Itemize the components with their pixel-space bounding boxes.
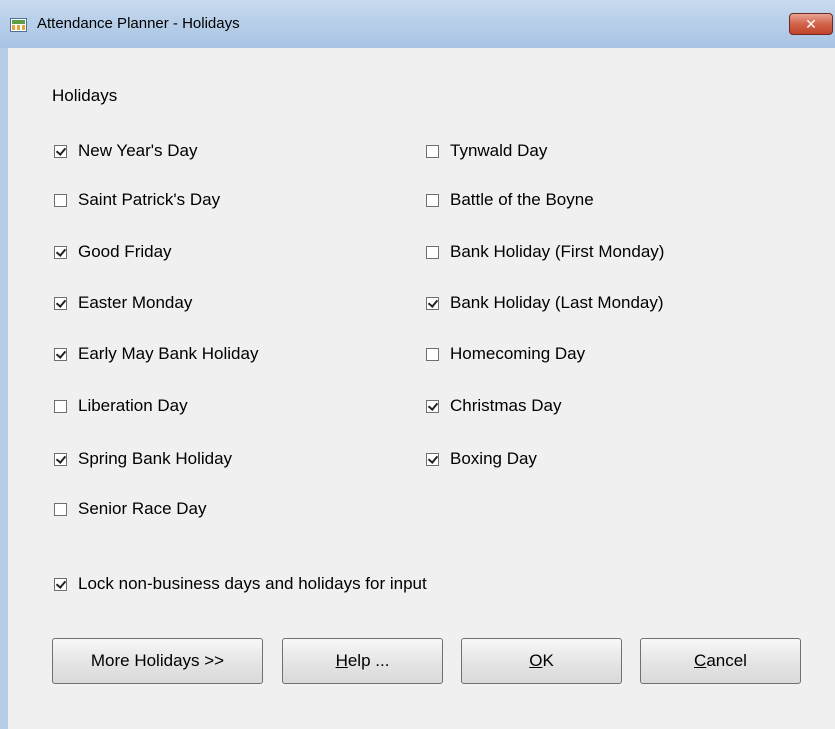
checkbox-box[interactable] [426,452,439,466]
window-title: Attendance Planner - Holidays [37,15,240,32]
checkbox-box[interactable] [54,245,67,259]
checkbox-tynwald-day[interactable]: Tynwald Day [426,139,547,163]
cancel-button[interactable]: Cancel [640,638,801,684]
checkbox-senior-race-day[interactable]: Senior Race Day [54,497,207,521]
checkbox-label: Good Friday [78,242,172,261]
close-button[interactable]: ✕ [789,13,833,35]
checkbox-box[interactable] [426,245,439,259]
checkbox-label: Battle of the Boyne [450,190,594,209]
checkbox-lock-non-business-days[interactable]: Lock non-business days and holidays for … [54,572,427,596]
checkbox-label: Lock non-business days and holidays for … [78,574,427,593]
cancel-mnemonic: C [694,651,707,670]
checkbox-label: Senior Race Day [78,499,207,518]
checkbox-label: Bank Holiday (Last Monday) [450,293,664,312]
checkbox-label: Spring Bank Holiday [78,449,233,468]
checkbox-label: New Year's Day [78,141,198,160]
checkbox-easter-monday[interactable]: Easter Monday [54,291,192,315]
window-frame-edge [0,48,8,729]
holidays-dialog: Attendance Planner - Holidays ✕ Holidays… [0,0,835,729]
checkbox-box[interactable] [426,347,439,361]
ok-mnemonic: O [529,651,543,670]
checkbox-spring-bank-holiday[interactable]: Spring Bank Holiday [54,447,232,471]
holidays-group-label: Holidays [52,86,118,105]
checkbox-box[interactable] [54,399,67,413]
checkbox-label: Bank Holiday (First Monday) [450,242,665,261]
checkbox-homecoming-day[interactable]: Homecoming Day [426,342,585,366]
close-icon: ✕ [805,16,817,32]
checkbox-label: Boxing Day [450,449,537,468]
checkbox-label: Tynwald Day [450,141,548,160]
checkbox-boxing-day[interactable]: Boxing Day [426,447,537,471]
checkbox-label: Easter Monday [78,293,193,312]
checkbox-new-years-day[interactable]: New Year's Day [54,139,197,163]
help-button[interactable]: Help ... [282,638,443,684]
more-holidays-button[interactable]: More Holidays >> [52,638,263,684]
checkbox-bank-holiday-last-monday[interactable]: Bank Holiday (Last Monday) [426,291,664,315]
help-mnemonic: H [335,651,348,670]
title-bar[interactable]: Attendance Planner - Holidays ✕ [0,0,835,48]
checkbox-box[interactable] [426,399,439,413]
checkbox-box[interactable] [54,347,67,361]
more-holidays-button-label: More Holidays >> [90,651,225,670]
checkbox-box[interactable] [426,296,439,310]
checkbox-early-may-bank-holiday[interactable]: Early May Bank Holiday [54,342,258,366]
calendar-app-icon [10,18,27,32]
checkbox-box[interactable] [54,577,67,591]
checkbox-box[interactable] [426,144,439,158]
checkbox-saint-patricks-day[interactable]: Saint Patrick's Day [54,188,220,212]
checkbox-christmas-day[interactable]: Christmas Day [426,394,561,418]
cancel-button-label: ancel [706,651,747,670]
checkbox-box[interactable] [54,452,67,466]
checkbox-good-friday[interactable]: Good Friday [54,240,172,264]
checkbox-box[interactable] [54,502,67,516]
checkbox-battle-of-the-boyne[interactable]: Battle of the Boyne [426,188,594,212]
ok-button-label: K [542,651,554,670]
checkbox-bank-holiday-first-monday[interactable]: Bank Holiday (First Monday) [426,240,664,264]
checkbox-box[interactable] [54,296,67,310]
checkbox-label: Early May Bank Holiday [78,344,259,363]
help-button-label: elp ... [347,651,390,670]
checkbox-box[interactable] [54,144,67,158]
checkbox-label: Homecoming Day [450,344,586,363]
checkbox-label: Christmas Day [450,396,562,415]
checkbox-liberation-day[interactable]: Liberation Day [54,394,188,418]
checkbox-label: Liberation Day [78,396,188,415]
checkbox-box[interactable] [54,193,67,207]
ok-button[interactable]: OK [461,638,622,684]
checkbox-box[interactable] [426,193,439,207]
checkbox-label: Saint Patrick's Day [78,190,221,209]
